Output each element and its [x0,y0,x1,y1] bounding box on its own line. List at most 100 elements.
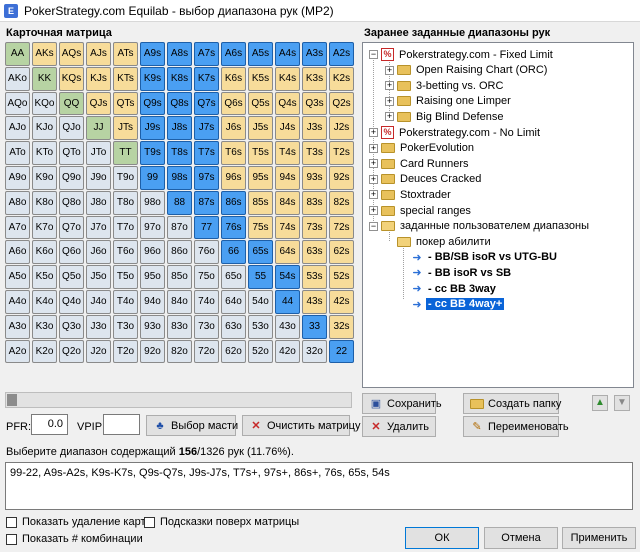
matrix-cell-83o[interactable]: 83o [167,314,192,339]
matrix-cell-a3s[interactable]: A3s [302,42,327,66]
matrix-cell-ats[interactable]: ATs [113,42,138,66]
matrix-cell-t8s[interactable]: T8s [167,141,192,165]
matrix-cell-k4o[interactable]: K4o [32,289,57,314]
matrix-cell-q6s[interactable]: Q6s [221,91,246,116]
matrix-cell-q5o[interactable]: Q5o [59,265,84,289]
matrix-cell-54s[interactable]: 54s [275,265,300,289]
matrix-cell-q3s[interactable]: Q3s [302,91,327,116]
matrix-cell-53o[interactable]: 53o [248,314,273,339]
matrix-cell-97s[interactable]: 97s [194,165,219,190]
matrix-cell-55[interactable]: 55 [248,265,273,289]
matrix-cell-ato[interactable]: ATo [5,141,30,165]
matrix-cell-q2o[interactable]: Q2o [59,339,84,364]
matrix-cell-qjo[interactable]: QJo [59,116,84,141]
matrix-cell-82o[interactable]: 82o [167,339,192,364]
collapse-icon[interactable]: − [369,221,378,231]
matrix-cell-63o[interactable]: 63o [221,314,246,339]
matrix-cell-t8o[interactable]: T8o [113,190,138,215]
matrix-cell-k4s[interactable]: K4s [275,66,300,91]
matrix-cell-77[interactable]: 77 [194,215,219,240]
matrix-cell-kqo[interactable]: KQo [32,91,57,116]
matrix-cell-kjs[interactable]: KJs [86,66,111,91]
matrix-cell-93s[interactable]: 93s [302,165,327,190]
create-folder-button[interactable]: Создать папку [463,393,561,414]
matrix-cell-qq[interactable]: QQ [59,91,84,116]
matrix-cell-63s[interactable]: 63s [302,240,327,265]
matrix-cell-72o[interactable]: 72o [194,339,219,364]
matrix-cell-q8s[interactable]: Q8s [167,91,192,116]
expand-icon[interactable]: + [385,65,394,75]
matrix-cell-aqs[interactable]: AQs [59,42,84,66]
expand-icon[interactable]: + [369,206,378,215]
matrix-cell-k8s[interactable]: K8s [167,66,192,91]
tree-node[interactable]: + Deuces Cracked [369,172,483,187]
matrix-cell-43o[interactable]: 43o [275,314,300,339]
matrix-cell-65s[interactable]: 65s [248,240,273,265]
matrix-cell-j3s[interactable]: J3s [302,116,327,141]
matrix-cell-k2o[interactable]: K2o [32,339,57,364]
matrix-cell-92o[interactable]: 92o [140,339,165,364]
matrix-cell-a9o[interactable]: A9o [5,165,30,190]
matrix-cell-j6s[interactable]: J6s [221,116,246,141]
matrix-cell-86o[interactable]: 86o [167,240,192,265]
matrix-cell-a4s[interactable]: A4s [275,42,300,66]
matrix-cell-aqo[interactable]: AQo [5,91,30,116]
clear-matrix-button[interactable]: ✕ Очистить матрицу [242,415,360,436]
matrix-cell-74o[interactable]: 74o [194,289,219,314]
matrix-cell-a8o[interactable]: A8o [5,190,30,215]
card-removal-option[interactable]: Показать удаление карт [6,516,146,528]
matrix-cell-q7s[interactable]: Q7s [194,91,219,116]
matrix-cell-98s[interactable]: 98s [167,165,192,190]
tree-node[interactable]: + Raising one Limper [385,94,513,109]
matrix-cell-jto[interactable]: JTo [86,141,111,165]
collapse-icon[interactable]: − [369,50,378,59]
ok-button[interactable]: ОК [405,527,479,549]
matrix-cell-k9o[interactable]: K9o [32,165,57,190]
matrix-cell-44[interactable]: 44 [275,289,300,314]
matrix-cell-t2o[interactable]: T2o [113,339,138,364]
matrix-cell-52o[interactable]: 52o [248,339,273,364]
matrix-cell-73s[interactable]: 73s [302,215,327,240]
matrix-cell-j9s[interactable]: J9s [140,116,165,141]
matrix-cell-jj[interactable]: JJ [86,116,111,141]
delete-button[interactable]: ✕ Удалить [362,416,436,437]
matrix-cell-a3o[interactable]: A3o [5,314,30,339]
matrix-cell-j5o[interactable]: J5o [86,265,111,289]
matrix-cell-65o[interactable]: 65o [221,265,246,289]
tree-node[interactable]: ➜ - BB/SB isoR vs UTG-BU [399,250,559,265]
matrix-cell-97o[interactable]: 97o [140,215,165,240]
matrix-cell-83s[interactable]: 83s [302,190,327,215]
matrix-cell-42o[interactable]: 42o [275,339,300,364]
matrix-cell-qjs[interactable]: QJs [86,91,111,116]
tree-node[interactable]: ➜ - cc BB 4way+ [399,297,505,312]
matrix-cell-j9o[interactable]: J9o [86,165,111,190]
matrix-cell-52s[interactable]: 52s [329,265,354,289]
matrix-cell-86s[interactable]: 86s [221,190,246,215]
matrix-cell-t9o[interactable]: T9o [113,165,138,190]
matrix-cell-q9s[interactable]: Q9s [140,91,165,116]
vpip-input[interactable] [103,414,140,435]
pfr-input[interactable]: 0.0 [31,414,68,435]
matrix-cell-87o[interactable]: 87o [167,215,192,240]
matrix-cell-93o[interactable]: 93o [140,314,165,339]
matrix-cell-j8o[interactable]: J8o [86,190,111,215]
matrix-cell-a6o[interactable]: A6o [5,240,30,265]
matrix-cell-87s[interactable]: 87s [194,190,219,215]
matrix-cell-ajo[interactable]: AJo [5,116,30,141]
matrix-cell-a2s[interactable]: A2s [329,42,354,66]
matrix-cell-q9o[interactable]: Q9o [59,165,84,190]
range-text-box[interactable]: 99-22, A9s-A2s, K9s-K7s, Q9s-Q7s, J9s-J7… [5,462,633,510]
matrix-cell-k7o[interactable]: K7o [32,215,57,240]
matrix-cell-t2s[interactable]: T2s [329,141,354,165]
expand-icon[interactable]: + [369,159,378,169]
matrix-cell-k9s[interactable]: K9s [140,66,165,91]
matrix-cell-k6s[interactable]: K6s [221,66,246,91]
matrix-cell-qto[interactable]: QTo [59,141,84,165]
matrix-cell-94o[interactable]: 94o [140,289,165,314]
matrix-cell-96o[interactable]: 96o [140,240,165,265]
matrix-cell-84o[interactable]: 84o [167,289,192,314]
expand-icon[interactable]: + [369,174,378,184]
matrix-cell-75o[interactable]: 75o [194,265,219,289]
matrix-cell-q4o[interactable]: Q4o [59,289,84,314]
matrix-cell-j4o[interactable]: J4o [86,289,111,314]
